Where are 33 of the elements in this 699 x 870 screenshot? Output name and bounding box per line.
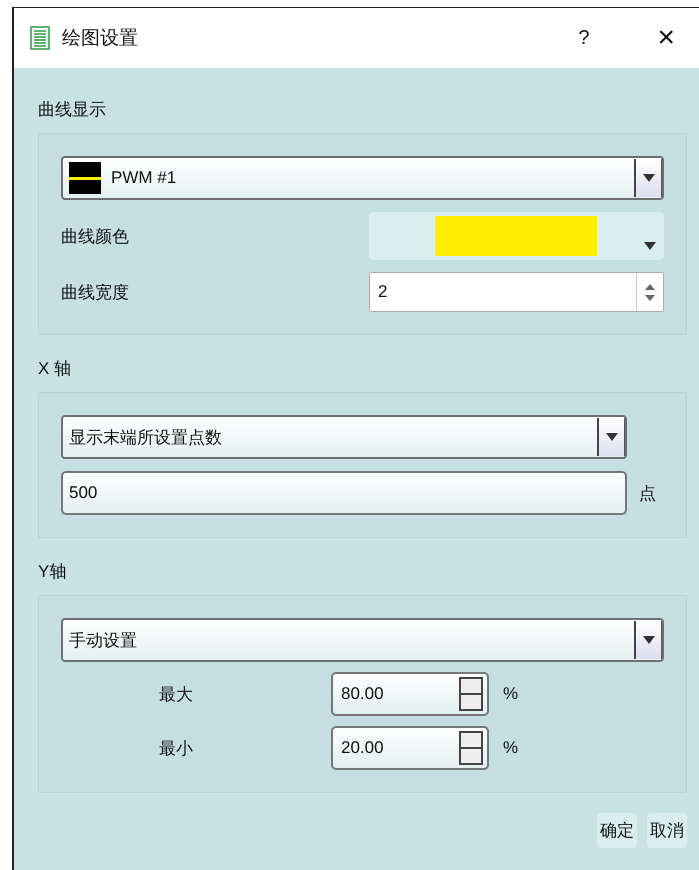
- field-label: 曲线颜色: [61, 226, 130, 248]
- dropdown-button[interactable]: [634, 621, 662, 659]
- field-label: 曲线宽度: [61, 282, 130, 304]
- section-title: Y轴: [37, 561, 68, 583]
- unit-label: 点: [639, 482, 656, 504]
- limit-spinbox[interactable]: 20.00: [331, 726, 489, 770]
- section-title: 曲线显示: [37, 99, 107, 121]
- document-icon: [30, 26, 50, 50]
- unit-label: %: [503, 738, 518, 758]
- limit-label: 最大: [159, 684, 194, 706]
- spin-buttons-icon[interactable]: [459, 731, 483, 765]
- dropdown-arrow-icon: [642, 174, 654, 182]
- color-picker[interactable]: [369, 212, 664, 260]
- dialog-button[interactable]: 取消: [647, 813, 687, 848]
- points-field[interactable]: 500: [61, 471, 627, 515]
- dialog-button[interactable]: 确定: [597, 813, 637, 848]
- dropdown-arrow-icon: [644, 242, 656, 250]
- dropdown-button[interactable]: [634, 159, 662, 197]
- y-mode-dropdown[interactable]: 手动设置: [61, 618, 664, 662]
- limit-label: 最小: [159, 738, 194, 760]
- dropdown-arrow-icon: [606, 433, 618, 441]
- dropdown-button[interactable]: [597, 418, 625, 456]
- help-button[interactable]: ?: [570, 26, 598, 50]
- dropdown-arrow-icon: [642, 636, 654, 644]
- x-mode-dropdown[interactable]: 显示末端所设置点数: [61, 415, 627, 459]
- limit-spinbox[interactable]: 80.00: [331, 672, 489, 716]
- unit-label: %: [503, 684, 518, 704]
- window-title: 绘图设置: [62, 27, 139, 51]
- width-spinbox[interactable]: 2: [369, 272, 664, 312]
- close-button[interactable]: ×: [649, 21, 683, 55]
- curve-dropdown[interactable]: PWM #1: [61, 156, 664, 200]
- spin-buttons-icon[interactable]: [459, 677, 483, 711]
- section-title: X 轴: [37, 358, 72, 380]
